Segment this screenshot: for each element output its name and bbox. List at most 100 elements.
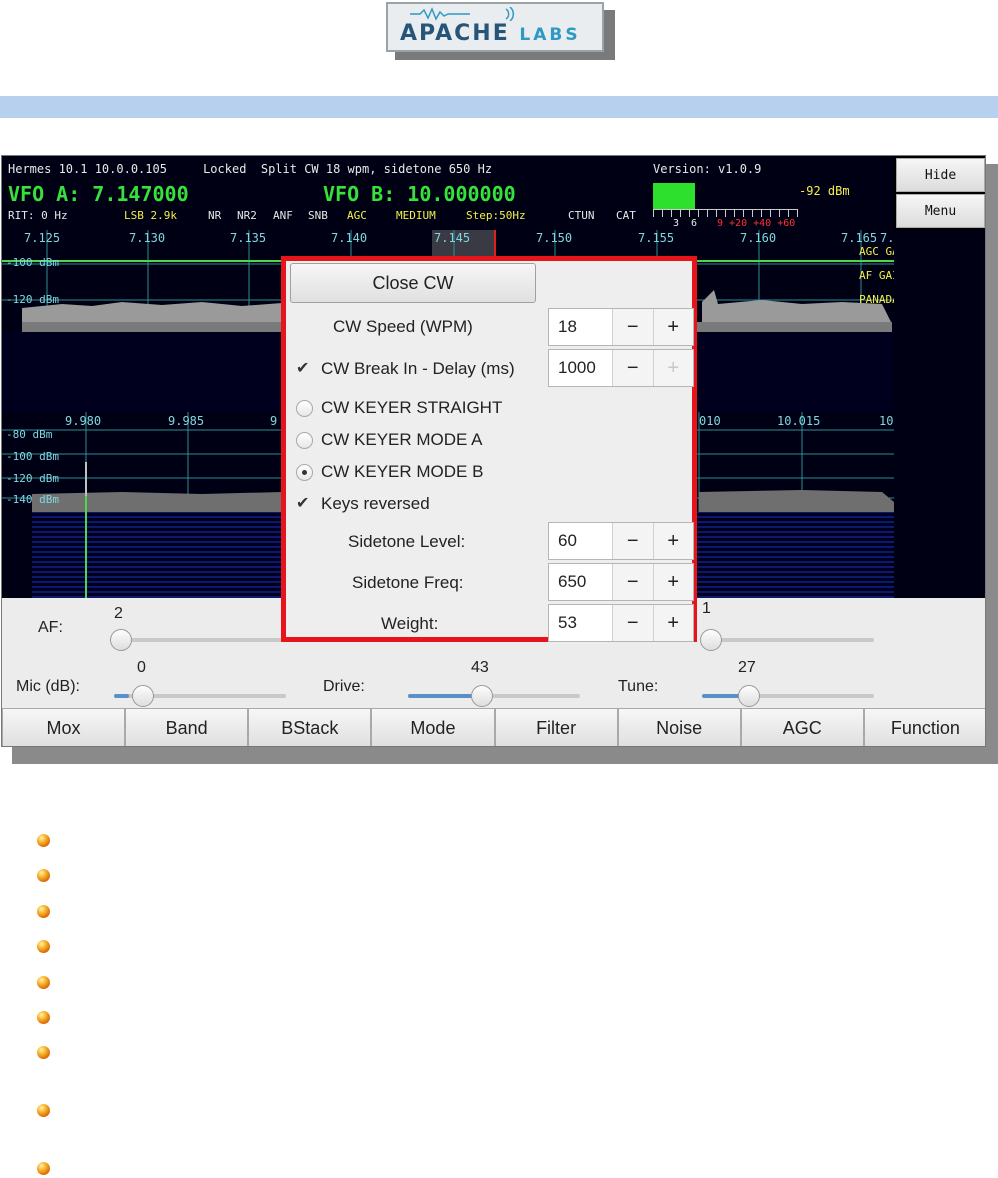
cat-label[interactable]: CAT	[616, 209, 636, 222]
break-in-checkbox[interactable]: ✔	[296, 361, 312, 377]
mode-filter-label[interactable]: LSB 2.9k	[124, 209, 177, 222]
vfo-b-db-140: -140 dBm	[6, 493, 59, 506]
vfo-b-freq-3: 010	[699, 414, 721, 428]
vfo-b-freq-0: 9.980	[65, 414, 102, 428]
mic-value: 0	[137, 659, 146, 676]
cw-speed-spinbox[interactable]: 18 − +	[548, 308, 694, 346]
s-meter-ticks	[653, 209, 798, 217]
cw-settings-dialog: Close CW CW Speed (WPM) 18 − + ✔ CW Brea…	[281, 256, 697, 642]
bullet-icon	[37, 1046, 50, 1059]
sidetone-freq-minus-button[interactable]: −	[613, 564, 653, 600]
tune-slider[interactable]	[702, 694, 874, 698]
noise-button[interactable]: Noise	[617, 708, 741, 746]
bstack-button[interactable]: BStack	[248, 708, 372, 746]
vfo-a-freq-9: 7.170	[880, 231, 894, 245]
hide-button[interactable]: Hide	[896, 158, 985, 192]
af-slider-knob[interactable]	[110, 629, 132, 651]
side-dark-area	[894, 230, 985, 598]
af-right-slider-knob[interactable]	[700, 629, 722, 651]
bullet-icon	[37, 905, 50, 918]
step-label[interactable]: Step:50Hz	[466, 209, 526, 222]
nr2-label[interactable]: NR2	[237, 209, 257, 222]
keyer-straight-radio[interactable]	[296, 400, 313, 417]
mox-button[interactable]: Mox	[2, 708, 126, 746]
bullet-icon	[37, 940, 50, 953]
mode-button[interactable]: Mode	[371, 708, 495, 746]
vfo-a-freq-7: 7.160	[740, 231, 777, 245]
sidetone-level-value[interactable]: 60	[549, 523, 613, 559]
agc-button[interactable]: AGC	[740, 708, 864, 746]
logo-word-apache: APACHE	[400, 21, 510, 46]
signal-dbm: -92 dBm	[799, 184, 850, 198]
keyer-mode-a-label[interactable]: CW KEYER MODE A	[321, 430, 483, 450]
bullet-icon	[37, 976, 50, 989]
filter-button[interactable]: Filter	[494, 708, 618, 746]
cw-speed-value[interactable]: 18	[549, 309, 613, 345]
af-right-slider[interactable]	[702, 638, 874, 642]
header-divider-bar	[0, 96, 998, 118]
snb-label[interactable]: SNB	[308, 209, 328, 222]
menu-button[interactable]: Menu	[896, 194, 985, 228]
rit-label[interactable]: RIT: 0 Hz	[8, 209, 68, 222]
side-button-panel: Hide Menu	[894, 156, 985, 230]
function-button-bar: Mox Band BStack Mode Filter Noise AGC Fu…	[2, 708, 985, 746]
keyer-straight-label[interactable]: CW KEYER STRAIGHT	[321, 398, 502, 418]
sidetone-level-plus-button[interactable]: +	[652, 523, 693, 559]
function-button[interactable]: Function	[863, 708, 985, 746]
keys-reversed-label[interactable]: Keys reversed	[321, 494, 430, 514]
keyer-mode-b-label[interactable]: CW KEYER MODE B	[321, 462, 483, 482]
break-in-delay-spinbox[interactable]: 1000 − +	[548, 349, 694, 387]
s-meter-bar	[653, 183, 695, 209]
keyer-mode-b-radio[interactable]	[296, 464, 313, 481]
bullet-icon	[37, 1011, 50, 1024]
agc-label[interactable]: AGC	[347, 209, 367, 222]
keys-reversed-checkbox[interactable]: ✔	[296, 496, 312, 512]
break-in-label[interactable]: CW Break In - Delay (ms)	[321, 359, 515, 379]
af-label: AF:	[38, 619, 63, 636]
sidetone-level-spinbox[interactable]: 60 − +	[548, 522, 694, 560]
close-cw-button[interactable]: Close CW	[290, 263, 536, 303]
cw-speed-plus-button[interactable]: +	[652, 309, 693, 345]
agc-gain-label: AGC GAIN	[859, 245, 894, 258]
tune-value: 27	[738, 659, 756, 676]
vfo-a-freq-1: 7.130	[129, 231, 166, 245]
weight-plus-button[interactable]: +	[652, 605, 693, 641]
af-gain-label: AF GAIN	[859, 269, 894, 282]
sidetone-freq-plus-button[interactable]: +	[652, 564, 693, 600]
break-in-delay-plus-button: +	[652, 350, 693, 386]
vfo-a-freq-3: 7.140	[331, 231, 368, 245]
vfo-b-readout[interactable]: VFO B: 10.000000	[323, 182, 516, 206]
af-slider[interactable]	[120, 638, 290, 642]
drive-label: Drive:	[323, 678, 365, 695]
drive-slider-knob[interactable]	[471, 685, 493, 707]
nr-label[interactable]: NR	[208, 209, 221, 222]
weight-spinbox[interactable]: 53 − +	[548, 604, 694, 642]
cw-speed-minus-button[interactable]: −	[613, 309, 653, 345]
vfo-a-freq-2: 7.135	[230, 231, 267, 245]
meter-scale-red: 9 +20 +40 +60	[717, 218, 796, 229]
vfo-b-freq-2: 9	[270, 414, 278, 428]
logo-text: APACHE LABS	[400, 21, 581, 46]
sidetone-freq-value[interactable]: 650	[549, 564, 613, 600]
anf-label[interactable]: ANF	[273, 209, 293, 222]
keyer-mode-a-radio[interactable]	[296, 432, 313, 449]
meter-scale-white: 3 6	[673, 218, 698, 229]
ctun-label[interactable]: CTUN	[568, 209, 595, 222]
sidetone-level-label: Sidetone Level:	[348, 532, 466, 551]
vfo-a-db-120: -120 dBm	[6, 293, 59, 306]
agc-value[interactable]: MEDIUM	[396, 209, 436, 222]
sidetone-freq-spinbox[interactable]: 650 − +	[548, 563, 694, 601]
mic-slider-knob[interactable]	[132, 685, 154, 707]
vfo-b-cursor-line	[85, 496, 87, 598]
drive-slider[interactable]	[408, 694, 580, 698]
vfo-a-readout[interactable]: VFO A: 7.147000	[8, 182, 189, 206]
break-in-delay-value[interactable]: 1000	[549, 350, 613, 386]
break-in-delay-minus-button[interactable]: −	[613, 350, 653, 386]
apache-labs-logo: APACHE LABS	[386, 2, 604, 52]
weight-value[interactable]: 53	[549, 605, 613, 641]
vfo-a-freq-8: 7.165	[841, 231, 878, 245]
tune-slider-knob[interactable]	[738, 685, 760, 707]
sidetone-level-minus-button[interactable]: −	[613, 523, 653, 559]
weight-minus-button[interactable]: −	[613, 605, 653, 641]
band-button[interactable]: Band	[125, 708, 249, 746]
